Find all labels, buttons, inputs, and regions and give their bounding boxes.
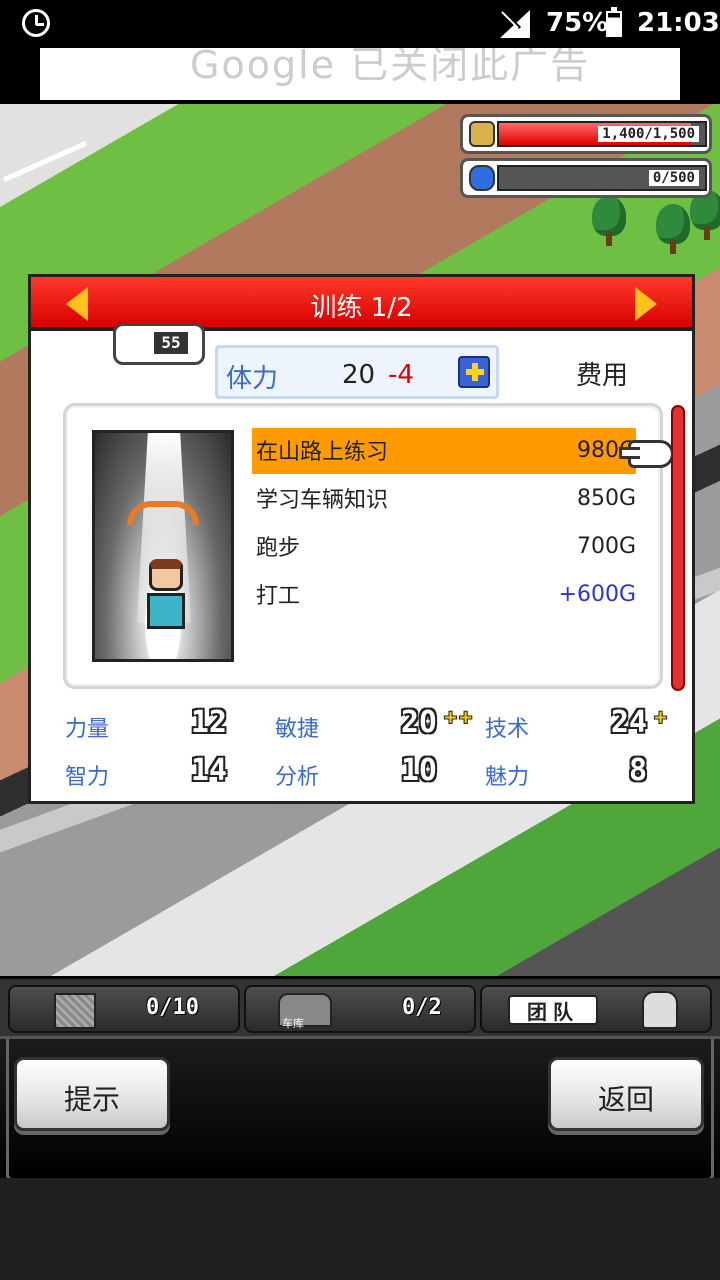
alarm-icon — [22, 9, 50, 37]
tree — [656, 204, 690, 254]
stat-value: 20 — [400, 705, 437, 740]
training-item-name: 学习车辆知识 — [256, 488, 389, 513]
battery-percent: 75% — [546, 8, 609, 38]
character-body — [147, 593, 185, 629]
stat-value: 8 — [628, 753, 647, 788]
stat-value: 14 — [190, 753, 227, 788]
back-button-label: 返回 — [597, 1083, 654, 1116]
stat-value: 24 — [610, 705, 647, 740]
research-bar[interactable]: 0/500 — [460, 158, 712, 198]
team-label: 团队 — [508, 995, 598, 1025]
signal-icon — [500, 10, 530, 38]
bottom-panel: 提示 返回 — [0, 1036, 720, 1181]
back-button[interactable]: 返回 — [548, 1057, 704, 1131]
level-badge: 55 — [154, 332, 188, 354]
clock: 21:03 — [637, 8, 720, 38]
stamina-cost: -4 — [388, 360, 414, 390]
stat-label: 魅力 — [485, 765, 530, 790]
stat-value: 12 — [190, 705, 227, 740]
character-portrait — [92, 430, 234, 662]
stamina-value: 20 — [342, 360, 376, 390]
research-track: 0/500 — [497, 165, 707, 191]
training-item[interactable]: 跑步 700G — [252, 524, 636, 570]
stat-label: 力量 — [65, 717, 110, 742]
stamina-label: 体力 — [226, 364, 279, 394]
dialog-title: 训练 1/2 — [310, 293, 413, 323]
list-scrollbar[interactable] — [671, 405, 685, 691]
training-item-name: 在山路上练习 — [256, 440, 389, 465]
level-bubble: 55 — [113, 323, 205, 365]
bottle-icon — [469, 165, 495, 191]
crate-icon — [54, 993, 96, 1029]
garage-label: 车库 — [282, 1017, 304, 1030]
stat-label: 分析 — [275, 765, 320, 790]
stat-label: 智力 — [65, 765, 110, 790]
money-value: 1,400/1,500 — [598, 126, 699, 142]
hint-button-label: 提示 — [63, 1083, 120, 1116]
storage-count: 0/10 — [146, 995, 199, 1020]
system-nav-area — [0, 1178, 720, 1280]
cost-header: 费用 — [576, 361, 629, 391]
tree — [592, 196, 626, 246]
status-bar: 75% 21:03 — [0, 0, 720, 48]
stat-label: 敏捷 — [275, 717, 320, 742]
training-item-cost: 850G — [576, 486, 636, 511]
training-dialog: 训练 1/2 55 体力 20 -4 费用 在山路上练习 980G 学习车辆知识… — [28, 274, 695, 804]
training-item-cost: +600G — [558, 582, 636, 607]
avatar — [642, 991, 678, 1029]
stat-boost: + — [653, 707, 669, 728]
bottom-hud: 0/10 车库 0/2 团队 — [0, 976, 720, 1036]
training-item-name: 跑步 — [256, 536, 301, 561]
storage-slot[interactable]: 0/10 — [8, 985, 240, 1033]
money-track: 1,400/1,500 — [497, 121, 707, 147]
training-list-panel: 在山路上练习 980G 学习车辆知识 850G 跑步 700G 打工 +600G — [63, 403, 674, 689]
battery-icon — [606, 7, 622, 37]
training-item[interactable]: 在山路上练习 980G — [252, 428, 636, 474]
training-item-name: 打工 — [256, 584, 301, 609]
next-page-arrow-icon[interactable] — [635, 287, 657, 321]
team-slot[interactable]: 团队 — [480, 985, 712, 1033]
hand-pointer-icon — [619, 440, 674, 468]
character-head — [149, 559, 183, 591]
training-item-cost: 700G — [576, 534, 636, 559]
money-bar[interactable]: 1,400/1,500 — [460, 114, 712, 154]
training-item[interactable]: 学习车辆知识 850G — [252, 476, 636, 522]
training-arc-icon — [127, 501, 199, 525]
stat-boost: ++ — [443, 707, 474, 728]
stat-label: 技术 — [485, 717, 530, 742]
garage-count: 0/2 — [402, 995, 442, 1020]
ad-area: Google 已关闭此广告 — [0, 48, 720, 104]
garage-slot[interactable]: 车库 0/2 — [244, 985, 476, 1033]
stamina-box: 体力 20 -4 — [215, 345, 499, 399]
ad-banner[interactable]: Google 已关闭此广告 — [40, 48, 680, 100]
hint-button[interactable]: 提示 — [14, 1057, 170, 1131]
ad-closed-text: Google 已关闭此广告 — [190, 48, 591, 87]
research-value: 0/500 — [648, 170, 699, 186]
coin-icon — [469, 121, 495, 147]
training-item[interactable]: 打工 +600G — [252, 572, 636, 618]
stat-value: 10 — [400, 753, 437, 788]
add-stamina-plus-icon[interactable] — [458, 356, 490, 388]
road-marking — [2, 140, 88, 183]
